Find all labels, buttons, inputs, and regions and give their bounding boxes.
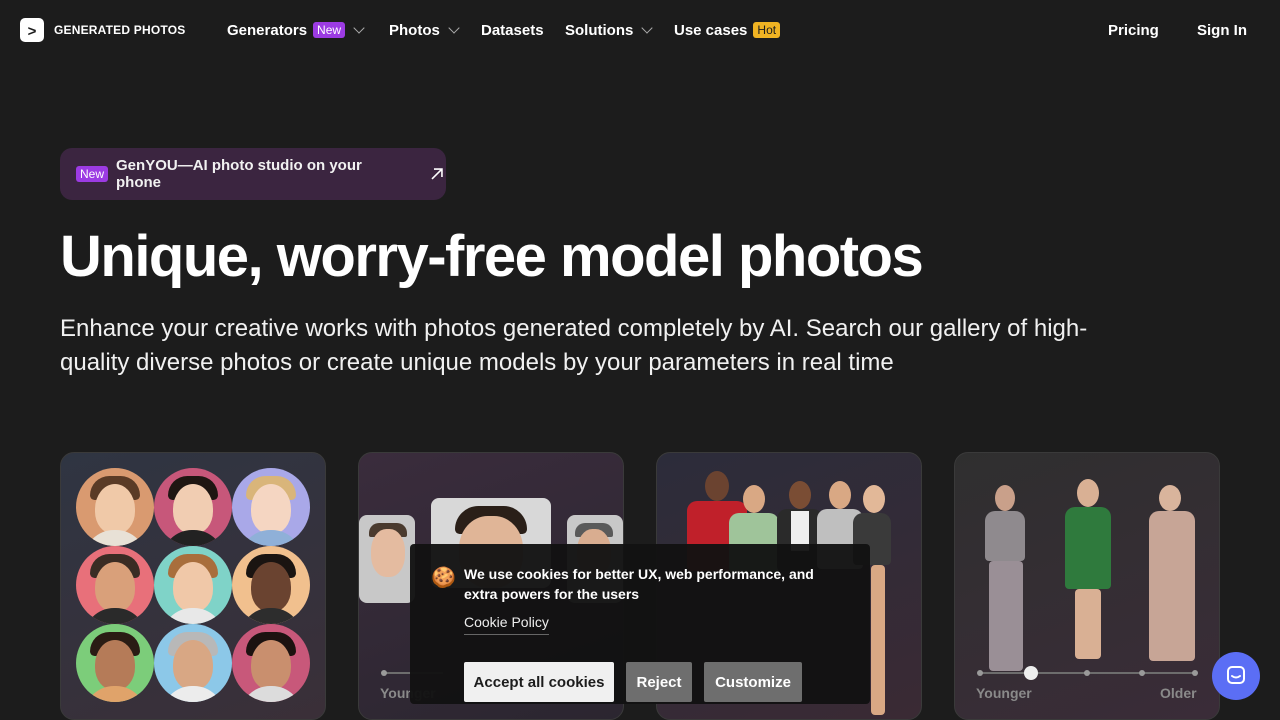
card-body-generator[interactable]: Younger Older: [954, 452, 1220, 720]
new-badge: New: [76, 166, 109, 182]
customize-cookies-button[interactable]: Customize: [704, 662, 802, 702]
arrow-up-right-icon: [431, 168, 443, 180]
chat-icon: [1227, 666, 1245, 684]
face-thumbnail: [232, 468, 310, 546]
genyou-promo-link[interactable]: New GenYOU—AI photo studio on your phone: [60, 148, 446, 200]
portrait-thumbnail: [359, 515, 415, 603]
slider-stop: [381, 670, 387, 676]
face-thumbnail: [232, 546, 310, 624]
nav-use-cases-label: Use cases: [674, 21, 748, 39]
hero-subtitle: Enhance your creative works with photos …: [60, 315, 1088, 376]
card-faces[interactable]: [60, 452, 326, 720]
nav-sign-in[interactable]: Sign In: [1197, 20, 1247, 40]
cookie-icon: 🍪: [431, 567, 456, 589]
nav-photos-label: Photos: [389, 21, 440, 39]
nav-generators[interactable]: Generators New: [227, 20, 365, 40]
slider-label-younger: Younger: [976, 685, 1032, 701]
new-badge: New: [313, 22, 346, 38]
nav-solutions[interactable]: Solutions: [565, 20, 653, 40]
nav-sign-in-label: Sign In: [1197, 21, 1247, 39]
nav-generators-label: Generators: [227, 21, 308, 39]
reject-cookies-button[interactable]: Reject: [626, 662, 692, 702]
top-nav: > GENERATED PHOTOS Generators New Photos…: [0, 0, 1280, 60]
face-thumbnail: [154, 468, 232, 546]
chat-launcher-button[interactable]: [1212, 652, 1260, 700]
accept-all-cookies-button[interactable]: Accept all cookies: [464, 662, 614, 702]
slider-thumb[interactable]: [1024, 666, 1038, 680]
nav-photos[interactable]: Photos: [389, 20, 460, 40]
face-thumbnail: [76, 624, 154, 702]
chevron-down-icon: [641, 22, 653, 34]
slider-label-older: Older: [1160, 685, 1197, 701]
face-thumbnail: [154, 624, 232, 702]
face-thumbnail: [76, 468, 154, 546]
page-title: Unique, worry-free model photos: [60, 224, 924, 289]
promo-text: GenYOU—AI photo studio on your phone: [116, 157, 362, 191]
cookie-banner: 🍪 We use cookies for better UX, web perf…: [410, 544, 870, 704]
logo-text: GENERATED PHOTOS: [54, 23, 186, 37]
nav-pricing[interactable]: Pricing: [1108, 20, 1159, 40]
nav-pricing-label: Pricing: [1108, 21, 1159, 39]
chevron-down-icon: [353, 22, 365, 34]
logo-mark-icon: >: [20, 18, 44, 42]
nav-solutions-label: Solutions: [565, 21, 634, 39]
nav-datasets-label: Datasets: [481, 21, 544, 39]
slider-stop: [1192, 670, 1198, 676]
chevron-down-icon: [448, 22, 460, 34]
face-thumbnail: [154, 546, 232, 624]
slider-stop: [1084, 670, 1090, 676]
face-thumbnail: [232, 624, 310, 702]
face-thumbnail: [76, 546, 154, 624]
hot-badge: Hot: [753, 22, 781, 38]
nav-use-cases[interactable]: Use cases Hot: [674, 20, 781, 40]
cookie-message: We use cookies for better UX, web perfor…: [464, 566, 814, 602]
logo[interactable]: > GENERATED PHOTOS: [20, 18, 185, 42]
cookie-policy-link[interactable]: Cookie Policy: [464, 614, 549, 635]
nav-datasets[interactable]: Datasets: [481, 20, 544, 40]
slider-stop: [1139, 670, 1145, 676]
slider-stop: [977, 670, 983, 676]
